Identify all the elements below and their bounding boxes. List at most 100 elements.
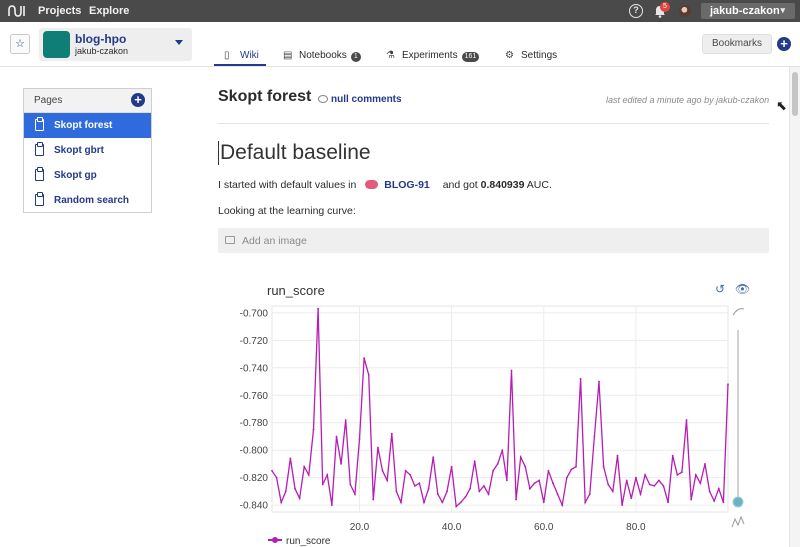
data-point (602, 465, 605, 468)
y-tick-label: -0.700 (240, 308, 269, 319)
data-point (372, 498, 375, 501)
data-point (561, 504, 564, 506)
data-point (653, 485, 656, 487)
data-point (565, 476, 568, 479)
data-point (708, 490, 711, 493)
data-point (427, 487, 430, 490)
data-point (446, 490, 448, 493)
data-point (469, 487, 471, 490)
data-point (515, 498, 517, 501)
data-point (335, 435, 338, 438)
data-point (510, 369, 513, 372)
y-tick-label: -0.720 (240, 336, 269, 347)
data-point (556, 493, 559, 495)
data-point (395, 490, 398, 493)
data-point (367, 373, 370, 376)
data-point (713, 500, 716, 502)
data-point (331, 504, 333, 506)
x-tick-label: 60.0 (534, 522, 554, 533)
y-axis-ticks: -0.700 -0.720 -0.740 -0.760 -0.780 -0.800 -0.8… (240, 308, 269, 511)
data-point (616, 454, 619, 457)
data-point (699, 482, 702, 485)
data-point (727, 383, 729, 386)
data-point (644, 474, 646, 476)
data-point (630, 497, 633, 500)
data-point (390, 432, 393, 435)
data-point (625, 479, 628, 482)
run-score-chart: -0.700 -0.720 -0.740 -0.760 -0.780 -0.800 -0.8… (240, 305, 745, 533)
x-tick-label: 20.0 (350, 522, 370, 533)
data-point (450, 465, 453, 468)
page-scrollbar[interactable] (789, 67, 800, 547)
data-point (492, 469, 494, 472)
y-tick-label: -0.780 (240, 418, 269, 429)
legend-label: run_score (286, 536, 331, 547)
x-axis-ticks: 20.0 40.0 60.0 80.0 (350, 522, 646, 533)
data-point (529, 487, 531, 490)
data-point (344, 419, 347, 421)
data-point (441, 501, 444, 504)
data-point (584, 501, 587, 504)
scrollbar-thumb[interactable] (792, 72, 798, 116)
data-point (648, 483, 651, 486)
data-point (621, 504, 623, 506)
chart-legend[interactable]: run_score (268, 536, 330, 547)
data-point (271, 469, 273, 472)
data-point (340, 463, 342, 465)
data-point (501, 449, 504, 452)
data-point (690, 498, 693, 501)
x-tick-label: 80.0 (626, 522, 646, 533)
data-point (552, 482, 554, 485)
data-point (496, 463, 499, 465)
data-point (593, 435, 596, 438)
data-point (570, 468, 573, 471)
data-point (280, 501, 283, 504)
data-point (363, 357, 365, 360)
data-point (377, 446, 379, 449)
y-tick-label: -0.760 (240, 391, 269, 402)
data-point (547, 469, 550, 472)
data-point (538, 479, 541, 482)
data-point (681, 471, 683, 474)
series-line-run-score (271, 308, 729, 508)
data-point (459, 501, 462, 504)
data-point (298, 497, 301, 500)
legend-marker (268, 537, 282, 543)
data-point (436, 493, 439, 495)
data-point (685, 419, 688, 421)
data-point (432, 456, 435, 458)
data-point (524, 465, 527, 468)
y-tick-label: -0.840 (240, 501, 269, 512)
data-point (321, 483, 324, 486)
data-point (303, 465, 306, 468)
data-point (409, 474, 412, 476)
data-point (598, 380, 600, 383)
y-tick-label: -0.740 (240, 363, 269, 374)
range-slider-handle[interactable] (732, 496, 744, 508)
data-point (404, 469, 407, 472)
data-point (455, 505, 458, 508)
data-point (722, 501, 725, 504)
data-point (487, 493, 490, 495)
data-point (506, 479, 508, 482)
data-point (413, 485, 416, 487)
data-point (607, 483, 610, 486)
data-point (671, 454, 674, 457)
data-point (676, 474, 679, 476)
data-point (381, 469, 384, 472)
data-point (423, 501, 425, 504)
data-point (533, 482, 536, 485)
data-point (704, 463, 706, 465)
data-point (575, 465, 577, 468)
data-point (284, 490, 287, 493)
data-point (275, 476, 278, 479)
data-point (611, 490, 614, 493)
data-point (289, 457, 292, 460)
data-point (294, 487, 296, 490)
x-tick-label: 40.0 (442, 522, 462, 533)
data-point (639, 493, 642, 495)
data-point (658, 479, 660, 482)
y-tick-label: -0.800 (240, 446, 269, 457)
data-point (667, 501, 669, 504)
data-point (317, 307, 319, 310)
